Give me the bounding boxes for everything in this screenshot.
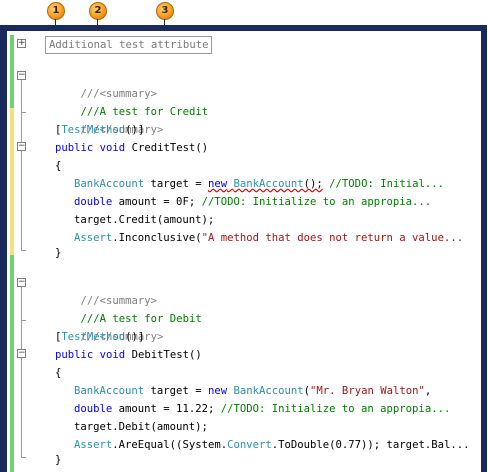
code-text: target =: [144, 178, 208, 190]
outline-guide: [21, 151, 22, 250]
collapse-region-icon[interactable]: −: [17, 142, 26, 151]
todo-comment: //TODO: Initial...: [322, 178, 444, 190]
code-line: target.Debit(amount);: [74, 421, 208, 433]
keyword: void: [99, 349, 126, 361]
callout-1-badge: 1: [47, 2, 65, 20]
code-line: BankAccount target = new BankAccount("Mr…: [74, 382, 431, 400]
keyword: new: [207, 385, 228, 397]
code-line: Assert.Inconclusive("A method that does …: [74, 229, 463, 247]
todo-comment: //TODO: Initialize to an appropia...: [220, 403, 451, 415]
collapse-region-icon[interactable]: −: [17, 71, 26, 80]
code-text: .AreEqual((System.: [112, 439, 228, 451]
outline-end-tick: [21, 250, 26, 251]
type-name: Assert: [74, 439, 113, 451]
keyword: public: [55, 349, 94, 361]
type-name: BankAccount: [233, 385, 304, 397]
callout-3-badge: 3: [156, 2, 174, 20]
code-line: public void CreditTest(): [55, 139, 208, 157]
collapse-region-icon[interactable]: −: [17, 278, 26, 287]
code-line: [TestMethod()]: [55, 328, 144, 346]
code-line: public void DebitTest(): [55, 346, 202, 364]
code-text: target =: [144, 385, 208, 397]
code-line: [TestMethod()]: [55, 121, 144, 139]
code-line: double amount = 11.22; //TODO: Initializ…: [74, 400, 450, 418]
code-text: amount = 0F;: [112, 196, 202, 208]
method-signature: CreditTest(): [125, 142, 209, 154]
code-line: BankAccount target = new BankAccount(); …: [74, 175, 444, 193]
code-line: {: [55, 367, 62, 379]
type-name: Assert: [74, 232, 113, 244]
bracket: ()]: [125, 331, 145, 343]
code-editor[interactable]: + − − − − Additional test attribute ///<…: [7, 31, 481, 472]
method-signature: DebitTest(): [125, 349, 202, 361]
code-line: double amount = 0F; //TODO: Initialize t…: [74, 193, 431, 211]
string-literal: "A method that does not return a value..…: [201, 232, 464, 244]
outline-guide: [21, 358, 22, 457]
expand-region-icon[interactable]: +: [17, 39, 26, 48]
code-text: .ToDouble(0.77)); target.Bal...: [271, 439, 470, 451]
code-line: target.Credit(amount);: [74, 214, 215, 226]
code-line: }: [55, 454, 62, 466]
collapsed-region-box[interactable]: Additional test attribute: [45, 36, 213, 54]
code-text: amount = 11.22;: [112, 403, 221, 415]
keyword: double: [74, 196, 113, 208]
collapse-region-icon[interactable]: −: [17, 349, 26, 358]
callout-2-badge: 2: [89, 2, 107, 20]
attribute-name: TestMethod: [61, 124, 126, 136]
code-text: .Inconclusive(: [112, 232, 202, 244]
bracket: ()]: [125, 124, 145, 136]
outline-guide: [21, 287, 22, 351]
type-name: BankAccount: [233, 178, 304, 190]
keyword: void: [99, 142, 126, 154]
code-line: Assert.AreEqual((System.Convert.ToDouble…: [74, 436, 469, 454]
outline-end-tick: [21, 457, 26, 458]
todo-comment: //TODO: Initialize to an appropia...: [201, 196, 432, 208]
attribute-name: TestMethod: [61, 331, 126, 343]
saved-change-indicator: [10, 35, 14, 108]
keyword: new: [207, 178, 228, 190]
code-text: ,: [424, 385, 432, 397]
type-name: BankAccount: [74, 385, 145, 397]
outline-end-tick: [21, 112, 26, 113]
keyword: double: [74, 403, 113, 415]
code-line: }: [55, 247, 62, 259]
unsaved-change-indicator: [10, 108, 14, 255]
string-literal: "Mr. Bryan Walton": [310, 385, 425, 397]
outline-end-tick: [21, 320, 26, 321]
keyword: public: [55, 142, 94, 154]
type-name: BankAccount: [74, 178, 145, 190]
type-name: Convert: [227, 439, 272, 451]
code-line: {: [55, 160, 62, 172]
code-text: ();: [303, 178, 323, 190]
saved-change-indicator: [10, 255, 14, 472]
